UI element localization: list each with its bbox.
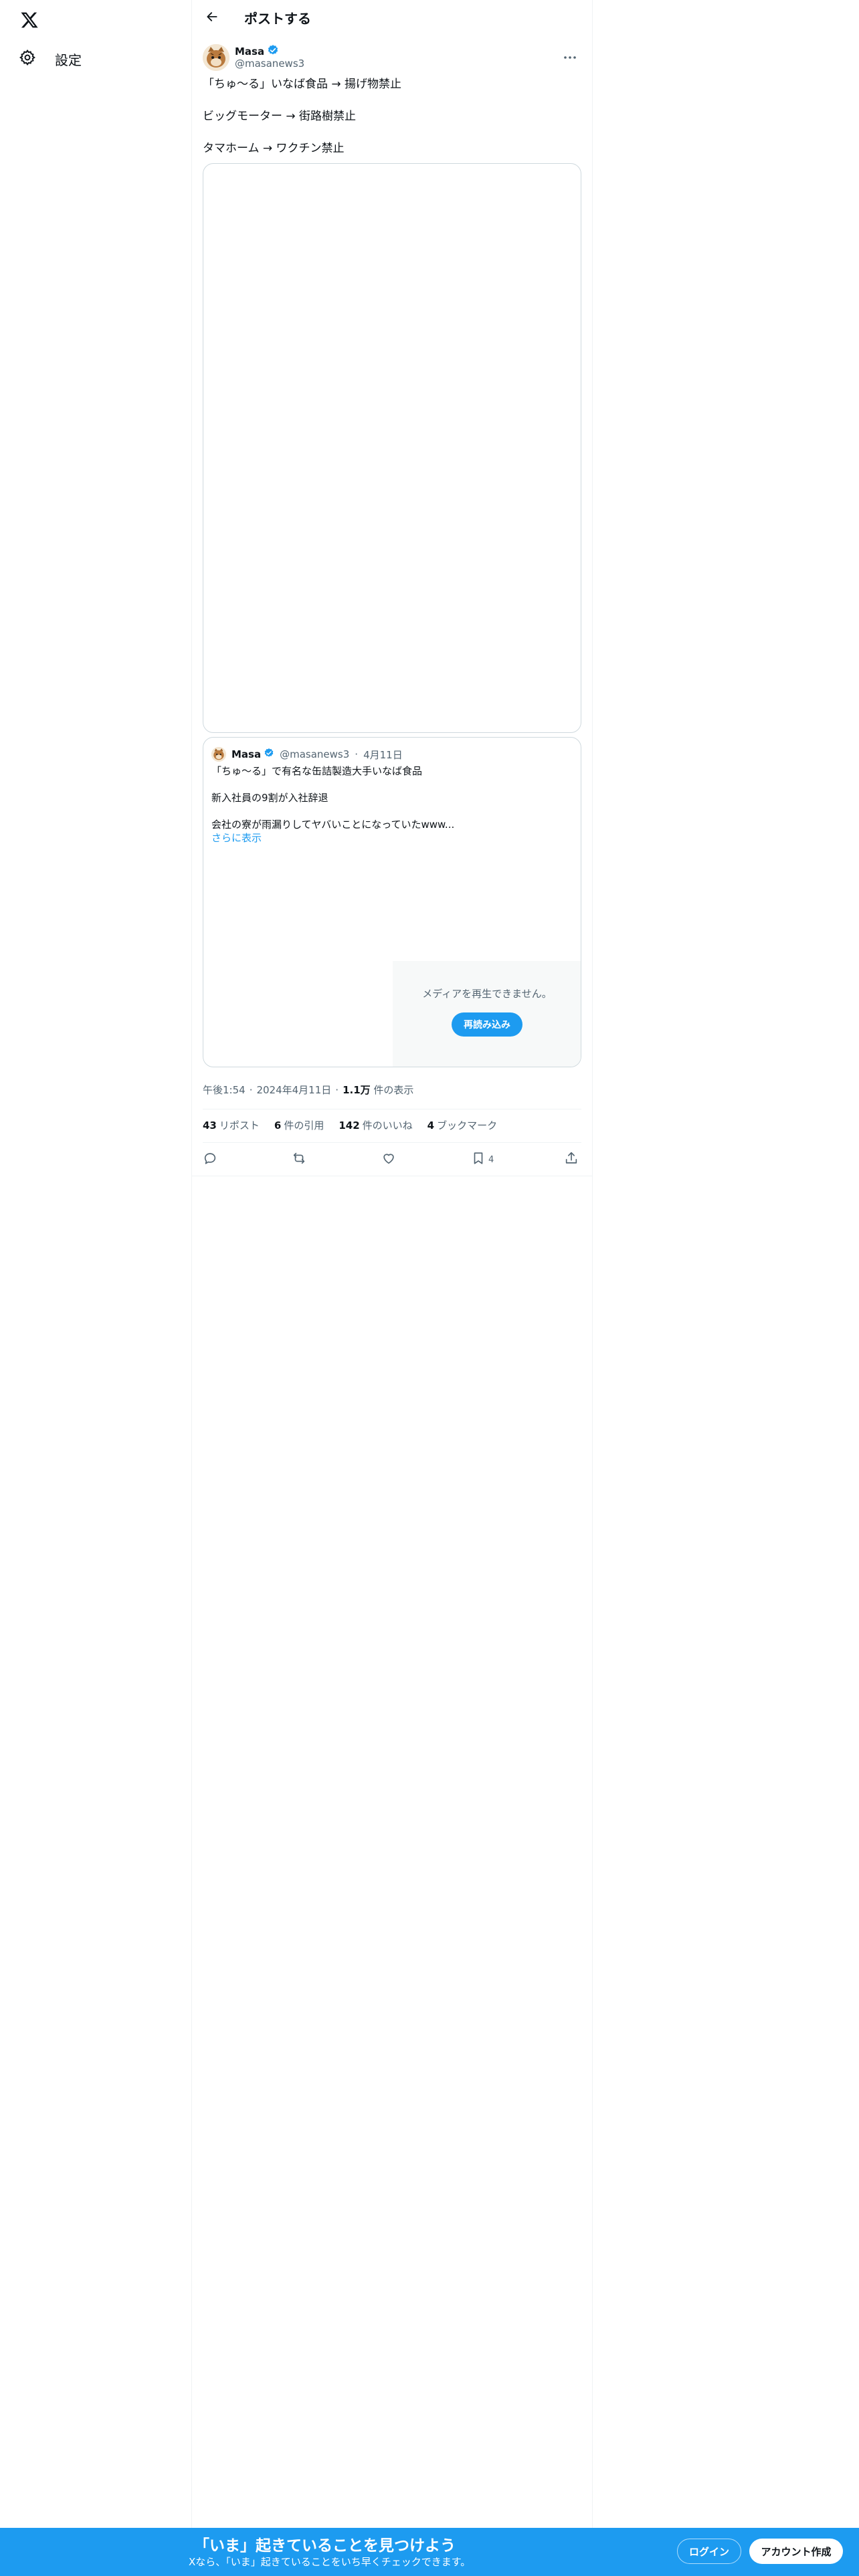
repost-button[interactable] (292, 1148, 306, 1172)
post-author: Masa @masanews3 (203, 43, 581, 74)
author-name: Masa (235, 45, 265, 58)
reposts-count: 43 (203, 1119, 217, 1132)
bookmarks-stat[interactable]: 4 ブックマーク (427, 1118, 497, 1132)
post-text-line: タマホーム → ワクチン禁止 (203, 142, 345, 155)
login-prompt-bar: 「いま」起きていることを見つけよう Xなら、「いま」起きていることをいち早くチェ… (0, 2528, 859, 2576)
likes-label: 件のいいね (362, 1119, 413, 1132)
quote-date: 4月11日 (363, 748, 403, 761)
nav-settings[interactable]: 設定 (8, 41, 98, 76)
share-icon (564, 1151, 579, 1168)
author-handle[interactable]: @masanews3 (235, 58, 304, 70)
likes-stat[interactable]: 142 件のいいね (339, 1118, 412, 1132)
divider (203, 1142, 581, 1143)
post-media[interactable] (203, 163, 581, 733)
meta-separator: · (249, 1083, 253, 1096)
page-header: ポストする (192, 0, 592, 35)
author-name-row[interactable]: Masa (235, 44, 279, 59)
likes-count: 142 (339, 1119, 360, 1132)
avatar[interactable] (203, 44, 229, 71)
quote-text-line: 新入社員の9割が入社辞退 (211, 792, 328, 804)
signup-button[interactable]: アカウント作成 (749, 2539, 843, 2564)
back-button[interactable] (200, 6, 224, 30)
bookmark-count: 4 (488, 1154, 494, 1165)
left-navigation: 設定 (0, 0, 191, 2576)
verified-badge-icon (267, 44, 279, 59)
arrow-left-icon (205, 10, 219, 26)
nav-settings-label: 設定 (55, 51, 82, 68)
reply-icon (203, 1151, 217, 1168)
post-timestamp: 午後1:54 · 2024年4月11日 · 1.1万 件の表示 (203, 1083, 413, 1097)
views-label: 件の表示 (373, 1084, 414, 1096)
reply-button[interactable] (203, 1148, 217, 1172)
quote-author-name: Masa (231, 748, 262, 760)
quoted-post-text: 「ちゅ〜る」で有名な缶詰製造大手いなば食品 新入社員の9割が入社辞退 会社の寮が… (211, 764, 573, 845)
post-actions: 4 (203, 1146, 581, 1173)
quotes-label: 件の引用 (284, 1119, 324, 1132)
main-column: ポストする Masa @masanews3 「ちゅ〜る」いなば食品 → 揚げ物禁… (191, 0, 593, 2576)
quotes-stat[interactable]: 6 件の引用 (274, 1118, 324, 1132)
show-more-link[interactable]: さらに表示 (211, 832, 262, 844)
post-text-line: ビッグモーター → 街路樹禁止 (203, 110, 357, 123)
quote-separator: · (355, 748, 359, 760)
verified-badge-icon (264, 748, 274, 761)
quote-avatar (211, 747, 226, 762)
reposts-label: リポスト (219, 1119, 260, 1132)
heart-icon (381, 1151, 396, 1168)
views-count: 1.1万 (343, 1084, 371, 1096)
more-dots-icon (563, 49, 577, 62)
x-logo-icon[interactable] (15, 5, 44, 35)
quoted-post-header: Masa @masanews3 · 4月11日 (211, 747, 403, 762)
login-button[interactable]: ログイン (677, 2539, 741, 2564)
bookmark-icon (471, 1151, 486, 1168)
meta-separator: · (335, 1083, 339, 1096)
quote-text-line: 会社の寮が雨漏りしてヤバいことになっていたwww... (211, 819, 455, 831)
bookmark-button[interactable]: 4 (471, 1148, 494, 1172)
post-time[interactable]: 午後1:54 (203, 1083, 246, 1097)
quote-author-handle: @masanews3 (280, 748, 350, 760)
quoted-post[interactable]: Masa @masanews3 · 4月11日 「ちゅ〜る」で有名な缶詰製造大手… (203, 737, 581, 1067)
bottom-bar-subtitle: Xなら、「いま」起きていることをいち早くチェックできます。 (189, 2556, 471, 2568)
gear-icon (19, 49, 36, 69)
post-text: 「ちゅ〜る」いなば食品 → 揚げ物禁止 ビッグモーター → 街路樹禁止 タマホー… (203, 76, 581, 156)
more-options-button[interactable] (559, 44, 581, 67)
post-date[interactable]: 2024年4月11日 (256, 1083, 331, 1097)
reload-button[interactable]: 再読み込み (452, 1012, 522, 1037)
share-button[interactable] (564, 1148, 579, 1172)
media-error-message: メディアを再生できません。 (422, 988, 552, 1000)
bookmarks-count: 4 (427, 1119, 435, 1132)
page-title: ポストする (244, 11, 311, 27)
media-error-panel: メディアを再生できません。 再読み込み (393, 961, 581, 1067)
bottom-bar-title: 「いま」起きていることを見つけよう (194, 2537, 456, 2555)
post: Masa @masanews3 「ちゅ〜る」いなば食品 → 揚げ物禁止 ビッグモ… (203, 43, 581, 1067)
quote-text-line: 「ちゅ〜る」で有名な缶詰製造大手いなば食品 (211, 765, 423, 777)
bookmarks-label: ブックマーク (437, 1119, 498, 1132)
post-stats: 43 リポスト 6 件の引用 142 件のいいね 4 ブックマーク (203, 1118, 497, 1132)
quotes-count: 6 (274, 1119, 282, 1132)
reposts-stat[interactable]: 43 リポスト (203, 1118, 260, 1132)
post-text-line: 「ちゅ〜る」いなば食品 → 揚げ物禁止 (203, 78, 402, 91)
repost-icon (292, 1151, 306, 1168)
like-button[interactable] (381, 1148, 396, 1172)
